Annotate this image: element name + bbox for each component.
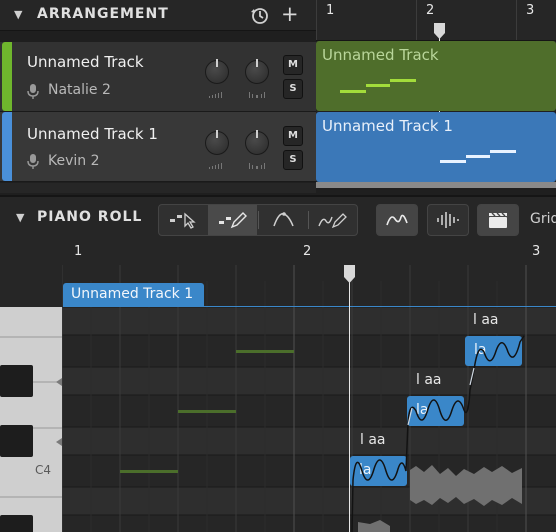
ruler-tick — [416, 0, 417, 40]
clip-note — [490, 150, 516, 153]
track-name[interactable]: Unnamed Track — [27, 53, 144, 71]
track-color-stripe — [2, 42, 12, 111]
pitch-draw-tool-button[interactable] — [308, 205, 357, 235]
piano-roll-clip-tab[interactable]: Unnamed Track 1 — [63, 283, 204, 307]
track-row[interactable]: Unnamed Track Natalie 2 M S — [0, 42, 316, 112]
ruler-bar-number: 3 — [532, 244, 541, 259]
pan-meter-icon — [249, 92, 265, 98]
mic-icon — [27, 154, 39, 169]
mute-button[interactable]: M — [283, 126, 303, 146]
volume-meter-icon — [209, 92, 222, 98]
pitch-draw-tool-icon — [318, 213, 347, 229]
key-label-c4: C4 — [35, 463, 52, 477]
vibrato-tool-button[interactable] — [259, 205, 308, 235]
playhead-line — [349, 270, 350, 532]
clapperboard-icon — [489, 212, 507, 228]
track-singer[interactable]: Kevin 2 — [48, 153, 100, 169]
note-phoneme: l aa — [473, 312, 499, 328]
add-icon[interactable]: + — [281, 2, 299, 26]
ruler-bar-number: 3 — [526, 3, 535, 18]
clip-note — [390, 79, 416, 82]
ruler-tick — [316, 0, 317, 40]
pitch-curve-icon — [386, 214, 408, 226]
pencil-tool-icon — [219, 212, 247, 229]
ruler-bar-number: 1 — [74, 244, 83, 259]
pan-knob[interactable] — [245, 130, 269, 155]
vibrato-tool-icon — [273, 212, 294, 227]
clip-note — [366, 84, 390, 87]
volume-meter-icon — [209, 163, 222, 169]
volume-knob[interactable] — [205, 59, 229, 84]
pitch-curve — [351, 335, 525, 532]
edit-tool-group — [158, 204, 358, 236]
history-icon[interactable] — [249, 5, 269, 25]
ruler-tick — [516, 0, 517, 40]
track-name[interactable]: Unnamed Track 1 — [27, 125, 158, 143]
chevron-down-icon[interactable]: ▼ — [14, 8, 22, 21]
pencil-tool-button[interactable] — [208, 205, 257, 235]
track-color-stripe — [2, 112, 12, 181]
ruler-bar-number: 1 — [326, 3, 335, 18]
video-button[interactable] — [477, 204, 519, 236]
ghost-note — [120, 470, 178, 473]
clip-label: Unnamed Track 1 — [322, 117, 453, 135]
waveform-button[interactable] — [427, 204, 469, 236]
track-row[interactable]: Unnamed Track 1 Kevin 2 M S — [0, 112, 316, 182]
chevron-down-icon[interactable]: ▼ — [16, 211, 24, 224]
arrangement-title: ARRANGEMENT — [37, 6, 169, 22]
pan-meter-icon — [249, 163, 265, 169]
piano-roll-title: PIANO ROLL — [37, 209, 143, 225]
arrangement-footer — [0, 183, 316, 193]
clip-note — [440, 160, 466, 163]
piano-roll-clip-label: Unnamed Track 1 — [71, 286, 194, 302]
clip-note — [340, 90, 366, 93]
select-tool-button[interactable] — [159, 205, 208, 235]
ruler-bar-number: 2 — [303, 244, 312, 259]
piano-keys — [0, 307, 62, 532]
clip-boundary-line — [63, 306, 556, 307]
grid-label[interactable]: Grid — [530, 211, 556, 227]
ruler-bar-number: 2 — [426, 3, 435, 18]
arrangement-clip[interactable]: Unnamed Track 1 — [316, 112, 556, 182]
pitch-curve-button[interactable] — [376, 204, 418, 236]
ghost-note — [178, 410, 236, 413]
solo-button[interactable]: S — [283, 79, 303, 99]
piano-corner — [0, 241, 62, 307]
arrangement-clip[interactable]: Unnamed Track — [316, 41, 556, 111]
clip-note — [466, 155, 490, 158]
playhead-handle[interactable] — [343, 264, 356, 284]
mute-button[interactable]: M — [283, 55, 303, 75]
playhead-handle[interactable] — [433, 22, 446, 40]
volume-knob[interactable] — [205, 130, 229, 155]
mic-icon — [27, 84, 39, 99]
arrangement-header: ▼ ARRANGEMENT + — [0, 0, 316, 31]
ghost-note — [236, 350, 294, 353]
track-singer[interactable]: Natalie 2 — [48, 82, 111, 98]
solo-button[interactable]: S — [283, 150, 303, 170]
clip-label: Unnamed Track — [322, 46, 439, 64]
piano-roll-header: ▼ PIANO ROLL Grid — [0, 195, 556, 241]
waveform-icon — [437, 212, 459, 228]
pan-knob[interactable] — [245, 59, 269, 84]
select-tool-icon — [170, 212, 196, 229]
arrangement-scrollbar[interactable] — [316, 182, 556, 188]
piano-keyboard[interactable]: C4 — [0, 307, 62, 532]
